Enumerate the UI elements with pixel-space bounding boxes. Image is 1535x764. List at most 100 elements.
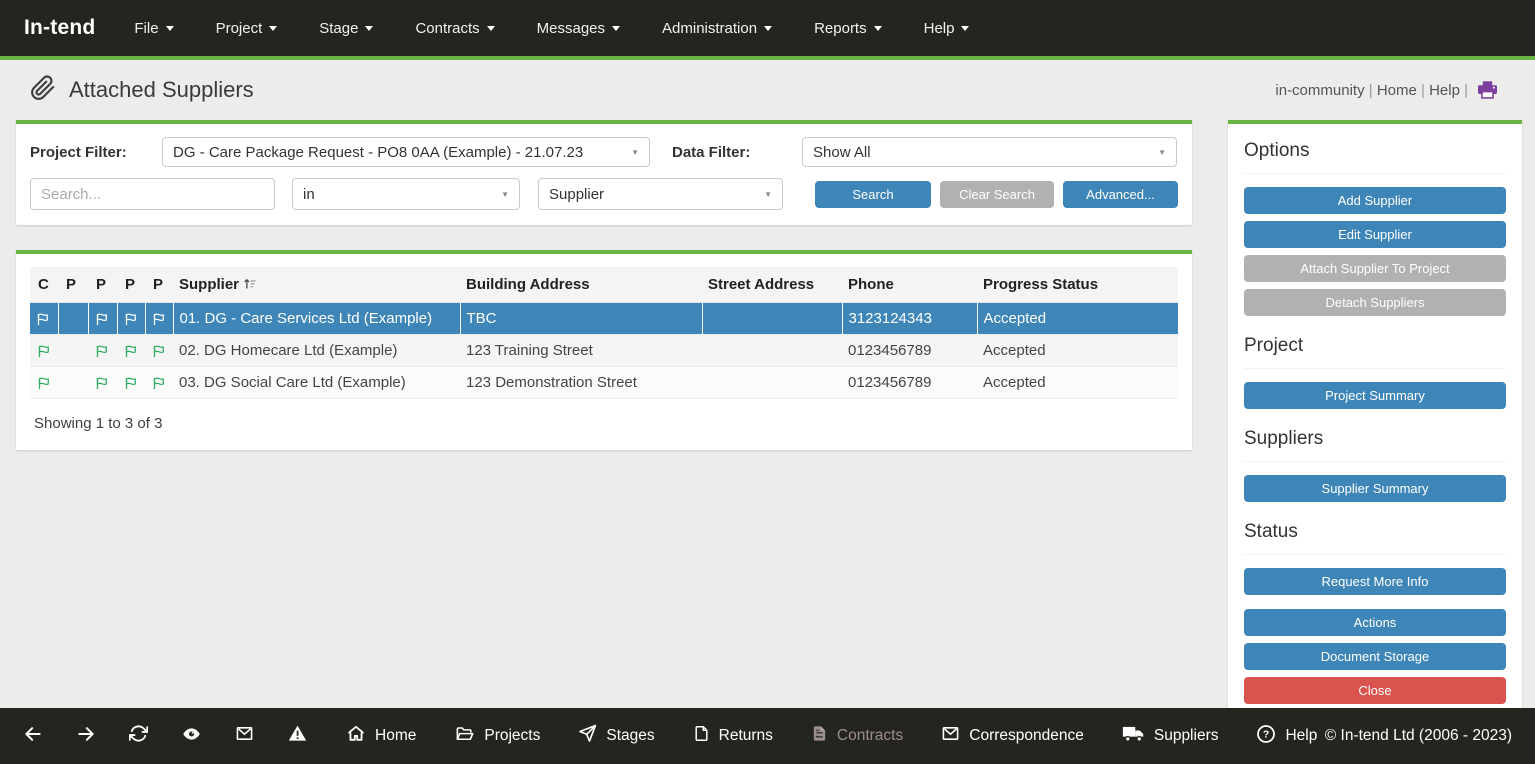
column-header-supplier[interactable]: Supplier [173,267,460,303]
flag-icon [95,312,110,327]
advanced-button[interactable]: Advanced... [1063,181,1178,208]
header-link-home[interactable]: Home [1377,82,1417,99]
forward-button[interactable] [76,724,96,749]
arrow-left-icon [23,724,43,749]
clear-search-button[interactable]: Clear Search [940,181,1054,208]
footer-item-stages[interactable]: Stages [578,724,654,748]
flag-icon [124,312,139,327]
document-storage-button[interactable]: Document Storage [1244,643,1506,670]
flag-cell-2 [88,303,117,335]
flag-icon [37,344,52,359]
table-header-row: CPPPPSupplierBuilding AddressStreet Addr… [30,267,1178,303]
column-header-progress-status[interactable]: Progress Status [977,267,1178,303]
top-navbar: In-tend FileProjectStageContractsMessage… [0,0,1535,56]
section-heading-options: Options [1244,128,1506,174]
close-button[interactable]: Close [1244,677,1506,704]
chevron-down-icon: ▼ [631,148,639,157]
flag-cell-0 [30,335,58,367]
chevron-down-icon [365,26,373,31]
flag-icon [95,344,110,359]
flag-cell-4 [145,335,173,367]
flag-icon [124,344,139,359]
home-icon [346,724,366,748]
search-field-select[interactable]: Supplier ▼ [538,178,783,210]
flag-cell-4 [145,303,173,335]
footer-item-correspondence[interactable]: Correspondence [941,725,1084,747]
cell-phone: 0123456789 [842,367,977,399]
page-title: Attached Suppliers [69,77,254,103]
table-row[interactable]: 03. DG Social Care Ltd (Example) 123 Dem… [30,367,1178,399]
menu-administration[interactable]: Administration [641,0,793,56]
footer-item-projects[interactable]: Projects [454,725,540,748]
search-scope-select[interactable]: in ▼ [292,178,520,210]
app-brand[interactable]: In-tend [24,16,95,40]
messages-button[interactable] [235,725,254,747]
menu-messages[interactable]: Messages [516,0,641,56]
alerts-button[interactable] [287,724,308,748]
bottom-toolbar: Home Projects Stages Returns Contracts Corres… [0,708,1535,764]
column-header-p-2[interactable]: P [88,267,117,303]
search-button[interactable]: Search [815,181,931,208]
flag-cell-2 [88,335,117,367]
actions-sidebar: OptionsAdd SupplierEdit SupplierAttach S… [1228,120,1522,727]
data-filter-select[interactable]: Show All ▼ [802,137,1177,167]
header-link-help[interactable]: Help [1429,82,1460,99]
chevron-down-icon [874,26,882,31]
cell-street-address [702,367,842,399]
menu-contracts[interactable]: Contracts [394,0,515,56]
edit-supplier-button[interactable]: Edit Supplier [1244,221,1506,248]
menu-project[interactable]: Project [195,0,299,56]
actions-button[interactable]: Actions [1244,609,1506,636]
column-header-building-address[interactable]: Building Address [460,267,702,303]
header-link-in-community: in-community [1275,82,1364,99]
column-header-phone[interactable]: Phone [842,267,977,303]
project-summary-button[interactable]: Project Summary [1244,382,1506,409]
column-header-p-4[interactable]: P [145,267,173,303]
request-more-info-button[interactable]: Request More Info [1244,568,1506,595]
detach-suppliers-button: Detach Suppliers [1244,289,1506,316]
envelope-icon [235,725,254,747]
supplier-summary-button[interactable]: Supplier Summary [1244,475,1506,502]
chevron-down-icon [487,26,495,31]
footer-item-help[interactable]: ?Help [1256,724,1317,749]
eye-icon [181,725,202,748]
cell-building-address: 123 Training Street [460,335,702,367]
sort-icon[interactable] [242,276,258,291]
cell-phone: 3123124343 [842,303,977,335]
project-filter-select[interactable]: DG - Care Package Request - PO8 0AA (Exa… [162,137,650,167]
flag-icon [37,376,52,391]
flag-cell-2 [88,367,117,399]
chevron-down-icon [961,26,969,31]
refresh-button[interactable] [129,724,148,748]
column-header-street-address[interactable]: Street Address [702,267,842,303]
menu-stage[interactable]: Stage [298,0,394,56]
envelope-icon [941,725,960,747]
help-circle-icon: ? [1256,724,1276,749]
add-supplier-button[interactable]: Add Supplier [1244,187,1506,214]
footer-item-contracts[interactable]: Contracts [811,724,903,748]
printer-icon [1478,81,1497,99]
page-header: Attached Suppliers in-community | Home |… [0,60,1535,120]
column-header-c-0[interactable]: C [30,267,58,303]
menu-file[interactable]: File [113,0,194,56]
column-header-p-1[interactable]: P [58,267,88,303]
menu-reports[interactable]: Reports [793,0,903,56]
suppliers-table-panel: CPPPPSupplierBuilding AddressStreet Addr… [16,250,1192,450]
footer-item-home[interactable]: Home [346,724,416,748]
filter-panel: Project Filter: DG - Care Package Reques… [16,120,1192,225]
table-row[interactable]: 02. DG Homecare Ltd (Example) 123 Traini… [30,335,1178,367]
truck-icon [1122,725,1145,748]
footer-item-returns[interactable]: Returns [693,724,773,748]
section-heading-project: Project [1244,323,1506,369]
flag-icon [95,376,110,391]
search-input[interactable] [30,178,275,210]
refresh-icon [129,724,148,748]
print-button[interactable] [1478,81,1497,99]
preview-button[interactable] [181,725,202,748]
back-button[interactable] [23,724,43,749]
menu-help[interactable]: Help [903,0,991,56]
column-header-p-3[interactable]: P [117,267,145,303]
footer-item-suppliers[interactable]: Suppliers [1122,725,1219,748]
table-row[interactable]: 01. DG - Care Services Ltd (Example) TBC… [30,303,1178,335]
flag-cell-0 [30,303,58,335]
